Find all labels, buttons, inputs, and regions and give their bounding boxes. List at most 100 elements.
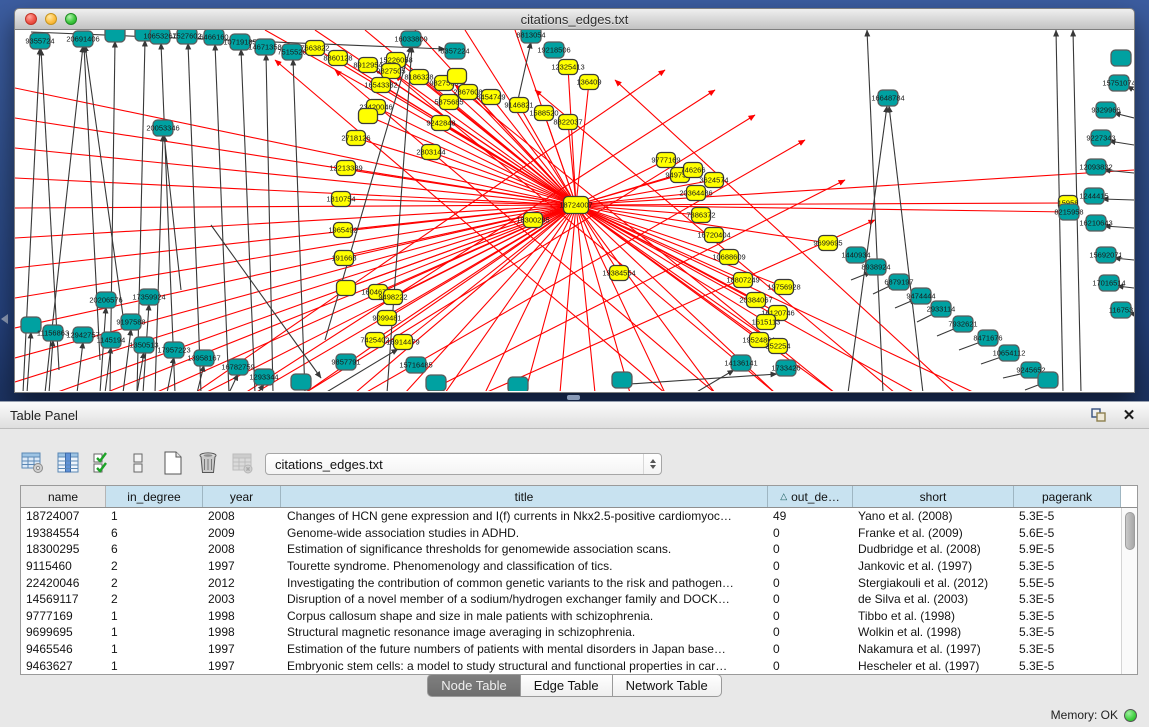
column-header-pagerank[interactable]: pagerank — [1014, 486, 1121, 507]
collapse-panel-arrow-icon[interactable] — [1, 314, 8, 324]
minimize-window-button[interactable] — [45, 13, 57, 25]
graph-edge[interactable] — [15, 205, 576, 298]
table-row[interactable]: 2242004622012Investigating the contribut… — [21, 574, 1121, 591]
table-row[interactable]: 1938455462009Genome-wide association stu… — [21, 525, 1121, 542]
graph-node-label: 9242848 — [426, 119, 455, 128]
graph-edge[interactable] — [576, 205, 595, 391]
graph-node-label: 3624574 — [699, 176, 728, 185]
table-cell: Tibbo et al. (1998) — [853, 609, 1014, 623]
graph-edge[interactable] — [15, 205, 576, 238]
graph-node[interactable] — [1038, 372, 1058, 388]
table-settings-icon[interactable] — [20, 450, 46, 476]
graph-edge[interactable] — [100, 307, 106, 391]
float-panel-icon[interactable] — [1089, 406, 1109, 424]
graph-node[interactable] — [508, 377, 528, 391]
table-row[interactable]: 911546021997Tourette syndrome. Phenomeno… — [21, 558, 1121, 575]
graph-edge[interactable] — [164, 135, 181, 290]
table-cell: 49 — [768, 509, 853, 523]
network-canvas[interactable]: 1872400793557242069140610653267152760264… — [14, 30, 1135, 393]
column-header-short[interactable]: short — [853, 486, 1014, 507]
graph-node-label: 5875685 — [434, 98, 463, 107]
table-panel: Table Panel ✕ — [0, 401, 1149, 727]
table-row[interactable]: 969969511998Structural magnetic resonanc… — [21, 624, 1121, 641]
clear-selection-icon[interactable] — [125, 450, 151, 476]
table-row[interactable]: 946362711997Embryonic stem cells: a mode… — [21, 657, 1121, 674]
graph-node-label: 1293344 — [249, 373, 278, 382]
table-cell: 1 — [106, 609, 203, 623]
table-row[interactable]: 946554611997Estimation of the future num… — [21, 641, 1121, 658]
graph-node-label: 20364486 — [679, 189, 712, 198]
panel-splitter-grip[interactable] — [567, 395, 580, 400]
graph-node-label: 1733426 — [771, 364, 800, 373]
table-cell: 2009 — [203, 526, 281, 540]
graph-node[interactable] — [105, 30, 125, 42]
table-cell: Structural magnetic resonance image aver… — [281, 625, 768, 639]
table-selector-dropdown[interactable]: citations_edges.txt — [265, 453, 662, 475]
table-row[interactable]: 1456911722003Disruption of a novel membe… — [21, 591, 1121, 608]
graph-edge[interactable] — [265, 30, 576, 205]
graph-node[interactable] — [359, 109, 378, 124]
vertical-scrollbar[interactable] — [1121, 508, 1137, 674]
graph-node[interactable] — [291, 374, 311, 390]
graph-node-label: 16210643 — [1079, 219, 1112, 228]
graph-node[interactable] — [612, 372, 632, 388]
graph-node-label: 7663822 — [300, 44, 329, 53]
graph-edge[interactable] — [15, 205, 576, 328]
graph-edge[interactable] — [867, 30, 883, 391]
graph-node-label: 1527602 — [172, 32, 201, 41]
table-cell: 5.6E-5 — [1014, 526, 1121, 540]
graph-edge[interactable] — [23, 48, 40, 391]
graph-node-label: 9857791 — [331, 358, 360, 367]
graph-edge[interactable] — [576, 170, 1134, 205]
graph-edge[interactable] — [188, 43, 201, 391]
table-cell: Stergiakouli et al. (2012) — [853, 576, 1014, 590]
graph-node[interactable] — [448, 69, 467, 84]
graph-edge[interactable] — [27, 332, 31, 391]
graph-edge[interactable] — [215, 44, 229, 391]
graph-node[interactable] — [337, 281, 356, 296]
table-cell: 2 — [106, 592, 203, 606]
table-cell: 5.3E-5 — [1014, 659, 1121, 673]
graph-edge[interactable] — [375, 205, 576, 340]
table-row[interactable]: 977716911998Corpus callosum shape and si… — [21, 608, 1121, 625]
scrollbar-thumb[interactable] — [1125, 512, 1135, 550]
select-column-icon[interactable] — [55, 450, 81, 476]
graph-edge[interactable] — [576, 203, 1068, 205]
graph-edge[interactable] — [229, 374, 238, 391]
tab-network-table[interactable]: Network Table — [613, 674, 722, 697]
new-table-icon[interactable] — [160, 450, 186, 476]
table-row[interactable]: 1872400712008Changes of HCN gene express… — [21, 508, 1121, 525]
network-window-titlebar[interactable]: citations_edges.txt — [14, 8, 1135, 30]
graph-edge[interactable] — [241, 49, 255, 391]
select-all-rows-icon[interactable] — [90, 450, 116, 476]
close-panel-icon[interactable]: ✕ — [1119, 406, 1139, 424]
graph-node-label: 20053346 — [146, 124, 179, 133]
graph-edge[interactable] — [445, 205, 576, 391]
citation-network-graph[interactable]: 1872400793557242069140610653267152760264… — [15, 30, 1134, 391]
close-window-button[interactable] — [25, 13, 37, 25]
table-cell: 1 — [106, 659, 203, 673]
column-header-out_de[interactable]: △out_de… — [768, 486, 853, 507]
graph-edge[interactable] — [615, 374, 777, 385]
graph-edge[interactable] — [365, 140, 805, 391]
graph-edge[interactable] — [441, 123, 576, 205]
graph-edge[interactable] — [344, 205, 576, 258]
tab-edge-table[interactable]: Edge Table — [521, 674, 613, 697]
column-header-in_degree[interactable]: in_degree — [106, 486, 203, 507]
graph-edge[interactable] — [15, 205, 576, 208]
graph-node-label: 8357224 — [440, 47, 469, 56]
graph-node[interactable] — [1111, 50, 1131, 66]
column-header-title[interactable]: title — [281, 486, 768, 507]
graph-node[interactable] — [426, 375, 446, 391]
column-header-year[interactable]: year — [203, 486, 281, 507]
network-view-window[interactable]: citations_edges.txt 18724007935572420691… — [14, 8, 1135, 393]
table-cell: Wolkin et al. (1998) — [853, 625, 1014, 639]
delete-table-icon[interactable] — [195, 450, 221, 476]
graph-node-label: 17957223 — [157, 346, 190, 355]
zoom-window-button[interactable] — [65, 13, 77, 25]
column-header-name[interactable]: name — [21, 486, 106, 507]
graph-edge[interactable] — [576, 82, 589, 205]
tab-node-table[interactable]: Node Table — [427, 674, 521, 697]
table-row[interactable]: 1830029562008Estimation of significance … — [21, 541, 1121, 558]
graph-node-label: 13958167 — [187, 354, 220, 363]
